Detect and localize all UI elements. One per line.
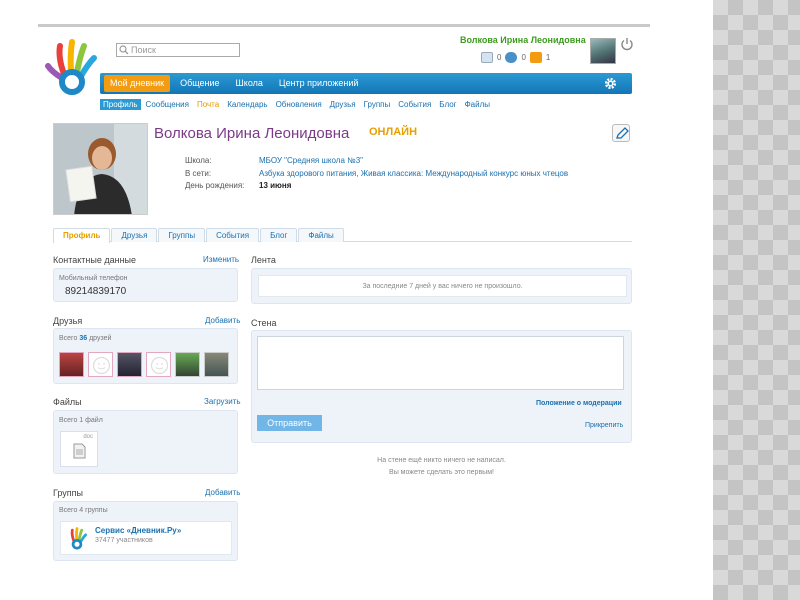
profile-tabs: Профиль Друзья Группы События Блог Файлы bbox=[53, 228, 632, 243]
wall-post-input[interactable] bbox=[257, 336, 624, 390]
tab-files[interactable]: Файлы bbox=[298, 228, 344, 242]
subnav-events[interactable]: События bbox=[395, 99, 434, 110]
friend-request-count: 0 bbox=[521, 52, 526, 62]
friends-total: Всего 36 друзей bbox=[59, 335, 112, 342]
group-logo-icon bbox=[70, 527, 88, 550]
subnav-mail[interactable]: Почта bbox=[194, 99, 222, 110]
online-status-badge: ОНЛАЙН bbox=[369, 126, 418, 138]
birthday-label: День рождения: bbox=[185, 181, 245, 190]
friend-avatar[interactable] bbox=[59, 352, 84, 377]
subnav-updates[interactable]: Обновления bbox=[273, 99, 325, 110]
feed-panel: За последние 7 дней у вас ничего не прои… bbox=[251, 268, 632, 304]
notification-count: 1 bbox=[545, 52, 551, 62]
tab-friends[interactable]: Друзья bbox=[111, 228, 158, 242]
feed-empty-message: За последние 7 дней у вас ничего не прои… bbox=[258, 275, 627, 297]
friend-avatar[interactable] bbox=[175, 352, 200, 377]
file-item[interactable]: doc bbox=[60, 431, 98, 467]
friend-avatar[interactable] bbox=[204, 352, 229, 377]
phone-label: Мобильный телефон bbox=[59, 275, 128, 282]
friend-avatar-placeholder[interactable] bbox=[146, 352, 171, 377]
search-input[interactable]: Поиск bbox=[116, 43, 240, 57]
group-item[interactable]: Сервис «Дневник.Ру» 37477 участников bbox=[60, 521, 232, 555]
document-icon bbox=[73, 443, 86, 459]
user-icon[interactable] bbox=[505, 51, 518, 63]
files-total: Всего 1 файл bbox=[59, 417, 103, 424]
contacts-edit-link[interactable]: Изменить bbox=[203, 255, 239, 264]
contacts-title: Контактные данные bbox=[53, 255, 137, 265]
moderation-rules-link[interactable]: Положение о модерации bbox=[536, 400, 622, 407]
friends-add-link[interactable]: Добавить bbox=[205, 316, 240, 325]
header-avatar[interactable] bbox=[590, 38, 616, 64]
groups-panel: Всего 4 группы Сервис «Дневник.Ру» 37477… bbox=[53, 501, 238, 561]
friend-avatar-placeholder[interactable] bbox=[88, 352, 113, 377]
wall-empty-line2: Вы можете сделать это первым! bbox=[389, 469, 494, 476]
files-title: Файлы bbox=[53, 397, 82, 407]
file-extension: doc bbox=[83, 434, 93, 440]
gear-icon[interactable] bbox=[603, 76, 618, 91]
tab-events[interactable]: События bbox=[206, 228, 260, 242]
top-divider bbox=[38, 24, 650, 27]
school-link[interactable]: МБОУ "Средняя школа №3" bbox=[259, 156, 363, 165]
networks-label: В сети: bbox=[185, 169, 212, 178]
nav-my-diary[interactable]: Мой дневник bbox=[104, 75, 171, 92]
subnav-friends[interactable]: Друзья bbox=[327, 99, 359, 110]
friend-avatar[interactable] bbox=[117, 352, 142, 377]
header-user-name[interactable]: Волкова Ирина Леонидовна bbox=[460, 35, 586, 45]
profile-name: Волкова Ирина Леонидовна bbox=[154, 125, 350, 142]
subnav-profile[interactable]: Профиль bbox=[100, 99, 141, 110]
send-button[interactable]: Отправить bbox=[257, 415, 322, 431]
nav-communication[interactable]: Общение bbox=[174, 75, 225, 92]
tab-groups[interactable]: Группы bbox=[158, 228, 206, 242]
tab-profile[interactable]: Профиль bbox=[53, 228, 111, 243]
subnav-groups[interactable]: Группы bbox=[361, 99, 394, 110]
smiley-icon bbox=[150, 356, 169, 375]
networks-links[interactable]: Азбука здорового питания, Живая классика… bbox=[259, 169, 568, 178]
group-name[interactable]: Сервис «Дневник.Ру» bbox=[95, 526, 181, 535]
wall-title: Стена bbox=[251, 318, 277, 328]
diary-hand-logo[interactable] bbox=[44, 36, 100, 96]
subnav-calendar[interactable]: Календарь bbox=[224, 99, 270, 110]
power-icon[interactable] bbox=[620, 37, 634, 51]
contacts-panel: Мобильный телефон 89214839170 bbox=[53, 268, 238, 302]
sub-navigation: Профиль Сообщения Почта Календарь Обновл… bbox=[100, 99, 495, 110]
feed-title: Лента bbox=[251, 255, 276, 265]
search-icon bbox=[119, 45, 129, 55]
smiley-icon bbox=[92, 356, 111, 375]
nav-app-center[interactable]: Центр приложений bbox=[273, 75, 364, 92]
subnav-blog[interactable]: Блог bbox=[436, 99, 459, 110]
mail-icon[interactable] bbox=[481, 51, 493, 63]
wall-panel: Положение о модерации Отправить Прикрепи… bbox=[251, 330, 632, 443]
groups-title: Группы bbox=[53, 488, 83, 498]
notification-counters: 0 0 1 bbox=[481, 50, 550, 64]
group-members: 37477 участников bbox=[95, 537, 153, 544]
groups-add-link[interactable]: Добавить bbox=[205, 488, 240, 497]
profile-photo[interactable] bbox=[53, 123, 148, 215]
nav-school[interactable]: Школа bbox=[230, 75, 269, 92]
school-label: Школа: bbox=[185, 156, 212, 165]
files-panel: Всего 1 файл doc bbox=[53, 410, 238, 474]
background-checker-pattern bbox=[713, 0, 800, 600]
subnav-files[interactable]: Файлы bbox=[462, 99, 493, 110]
attach-link[interactable]: Прикрепить bbox=[585, 422, 623, 429]
edit-profile-button[interactable] bbox=[612, 124, 630, 142]
tab-blog[interactable]: Блог bbox=[260, 228, 298, 242]
pencil-icon bbox=[616, 127, 629, 139]
notification-icon[interactable] bbox=[529, 51, 542, 63]
files-upload-link[interactable]: Загрузить bbox=[204, 397, 241, 406]
birthday-value: 13 июня bbox=[259, 181, 292, 190]
main-navbar: Мой дневник Общение Школа Центр приложен… bbox=[100, 73, 632, 94]
friends-count-link[interactable]: 36 bbox=[79, 335, 87, 342]
phone-value: 89214839170 bbox=[65, 286, 127, 297]
mail-count: 0 bbox=[497, 52, 502, 62]
subnav-messages[interactable]: Сообщения bbox=[143, 99, 192, 110]
groups-total: Всего 4 группы bbox=[59, 507, 108, 514]
friends-title: Друзья bbox=[53, 316, 83, 326]
wall-empty-line1: На стене ещё никто ничего не написал. bbox=[377, 457, 506, 464]
